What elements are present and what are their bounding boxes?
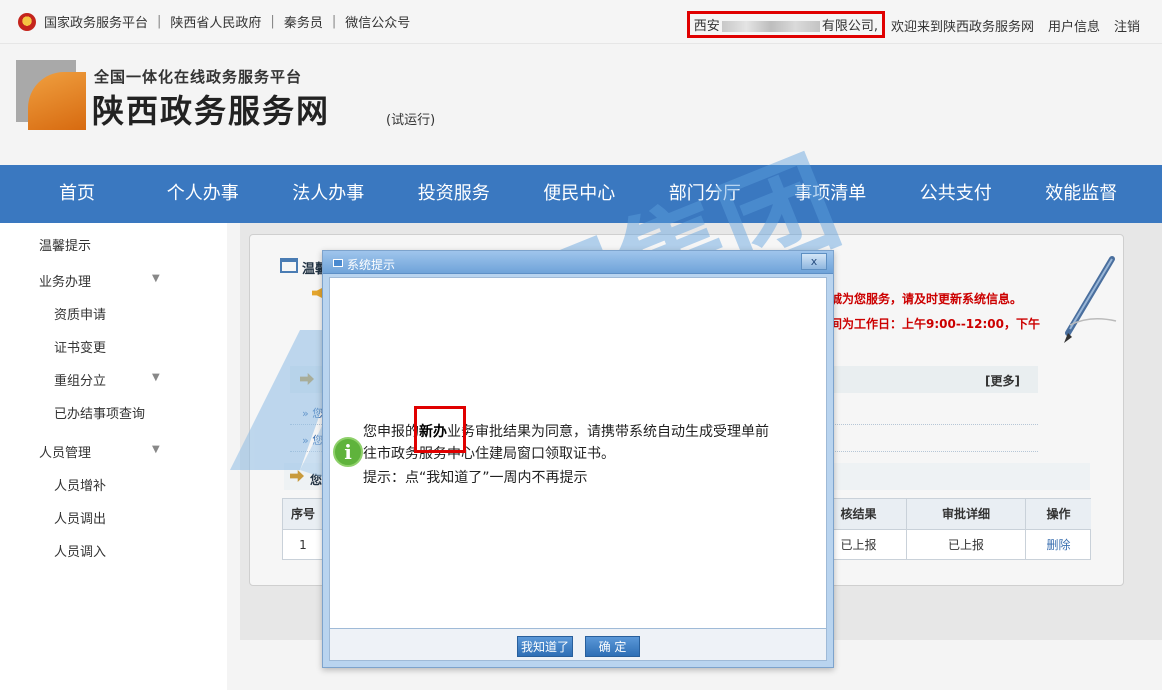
notice-line-1: 诚为您服务，请及时更新系统信息。 [830, 292, 1023, 306]
sidebar-item-personnel-add[interactable]: 人员增补 [54, 475, 106, 494]
nav-supervision[interactable]: 效能监督 [1019, 165, 1145, 223]
pen-icon [1064, 256, 1117, 343]
dialog-message-hint: 提示：点“我知道了”一周内不再提示 [363, 470, 588, 486]
message-prefix: 您申报的 [363, 424, 419, 440]
notice-line-2: 间为工作日：上午9:00--12:00，下午 [830, 317, 1041, 331]
sidebar [0, 223, 227, 690]
nav-departments[interactable]: 部门分厅 [642, 165, 768, 223]
sidebar-item-business[interactable]: 业务办理 [39, 271, 91, 290]
i-know-button[interactable]: 我知道了 [517, 636, 573, 657]
logout-link[interactable]: 注销 [1114, 16, 1140, 35]
chevron-down-icon[interactable]: ▼ [152, 273, 160, 284]
link-qinwuyuan[interactable]: 秦务员 [284, 12, 323, 31]
chevron-down-icon[interactable]: ▼ [152, 444, 160, 455]
brand-title: 陕西政务服务网 [92, 92, 331, 130]
delete-link[interactable]: 删除 [1026, 530, 1091, 560]
more-link[interactable]: [更多] [985, 372, 1020, 389]
news-item-2[interactable]: » 您 [302, 432, 323, 448]
link-provincial-gov[interactable]: 陕西省人民政府 [170, 12, 261, 31]
highlight-box [414, 406, 466, 453]
col-header-index: 序号 [283, 499, 324, 530]
sidebar-item-done-query[interactable]: 已办结事项查询 [54, 403, 145, 422]
sidebar-item-personnel-out[interactable]: 人员调出 [54, 508, 106, 527]
dialog-titlebar[interactable]: 系统提示 x [323, 251, 833, 274]
main-nav: 首页 个人办事 法人办事 投资服务 便民中心 部门分厅 事项清单 公共支付 效能… [0, 165, 1162, 223]
message-suffix: 业务审批结果为同意，请携带系统自动生成受理单前 [447, 424, 769, 440]
sidebar-item-cert-change[interactable]: 证书变更 [54, 337, 106, 356]
nav-payment[interactable]: 公共支付 [893, 165, 1019, 223]
window-icon [333, 259, 343, 267]
trial-label: (试运行) [386, 113, 436, 128]
close-icon[interactable]: x [801, 253, 827, 270]
link-national-platform[interactable]: 国家政务服务平台 [44, 12, 148, 31]
nav-legal[interactable]: 法人办事 [266, 165, 392, 223]
table-cell-index: 1 [283, 530, 324, 560]
link-wechat[interactable]: 微信公众号 [345, 12, 410, 31]
col-header-action: 操作 [1026, 499, 1091, 530]
nav-personal[interactable]: 个人办事 [140, 165, 266, 223]
dialog-footer [329, 629, 827, 661]
redacted-text [721, 21, 820, 32]
national-emblem-icon [18, 12, 36, 31]
company-suffix: 有限公司, [821, 19, 878, 34]
sidebar-item-reorg[interactable]: 重组分立 [54, 370, 106, 389]
nav-items-list[interactable]: 事项清单 [768, 165, 894, 223]
sidebar-item-warm-tip[interactable]: 温馨提示 [39, 235, 91, 254]
nav-home[interactable]: 首页 [0, 165, 140, 223]
dialog-title: 系统提示 [347, 258, 396, 272]
company-name-highlight: 西安 有限公司, [686, 11, 885, 38]
sidebar-item-personnel-in[interactable]: 人员调入 [54, 541, 106, 560]
calendar-icon [280, 258, 298, 273]
sidebar-item-personnel[interactable]: 人员管理 [39, 442, 91, 461]
col-header-approval-detail: 审批详细 [907, 499, 1026, 530]
brand-subtitle: 全国一体化在线政务服务平台 [94, 68, 303, 86]
top-links: 国家政务服务平台 | 陕西省人民政府 | 秦务员 | 微信公众号 [18, 12, 410, 31]
confirm-button[interactable]: 确 定 [585, 636, 640, 657]
nav-convenience[interactable]: 便民中心 [517, 165, 643, 223]
top-bar: 国家政务服务平台 | 陕西省人民政府 | 秦务员 | 微信公众号 西安 有限公司,… [0, 0, 1162, 44]
chevron-down-icon[interactable]: ▼ [152, 372, 160, 383]
site-logo[interactable] [16, 58, 88, 130]
user-info-link[interactable]: 用户信息 [1048, 16, 1100, 35]
company-prefix: 西安 [693, 19, 720, 34]
user-bar: 西安 有限公司, 欢迎来到陕西政务服务网 用户信息 注销 [686, 11, 1140, 39]
news-item-1[interactable]: » 您 [302, 405, 323, 421]
info-icon: i [333, 437, 363, 467]
dialog-message-line-2: 往市政务服务中心住建局窗口领取证书。 [363, 446, 615, 462]
table-cell-approval-detail: 已上报 [907, 530, 1026, 560]
welcome-text: 欢迎来到陕西政务服务网 [890, 20, 1034, 35]
nav-investment[interactable]: 投资服务 [391, 165, 517, 223]
records-section-title: 您 [310, 473, 323, 487]
sidebar-item-qualification[interactable]: 资质申请 [54, 304, 106, 323]
